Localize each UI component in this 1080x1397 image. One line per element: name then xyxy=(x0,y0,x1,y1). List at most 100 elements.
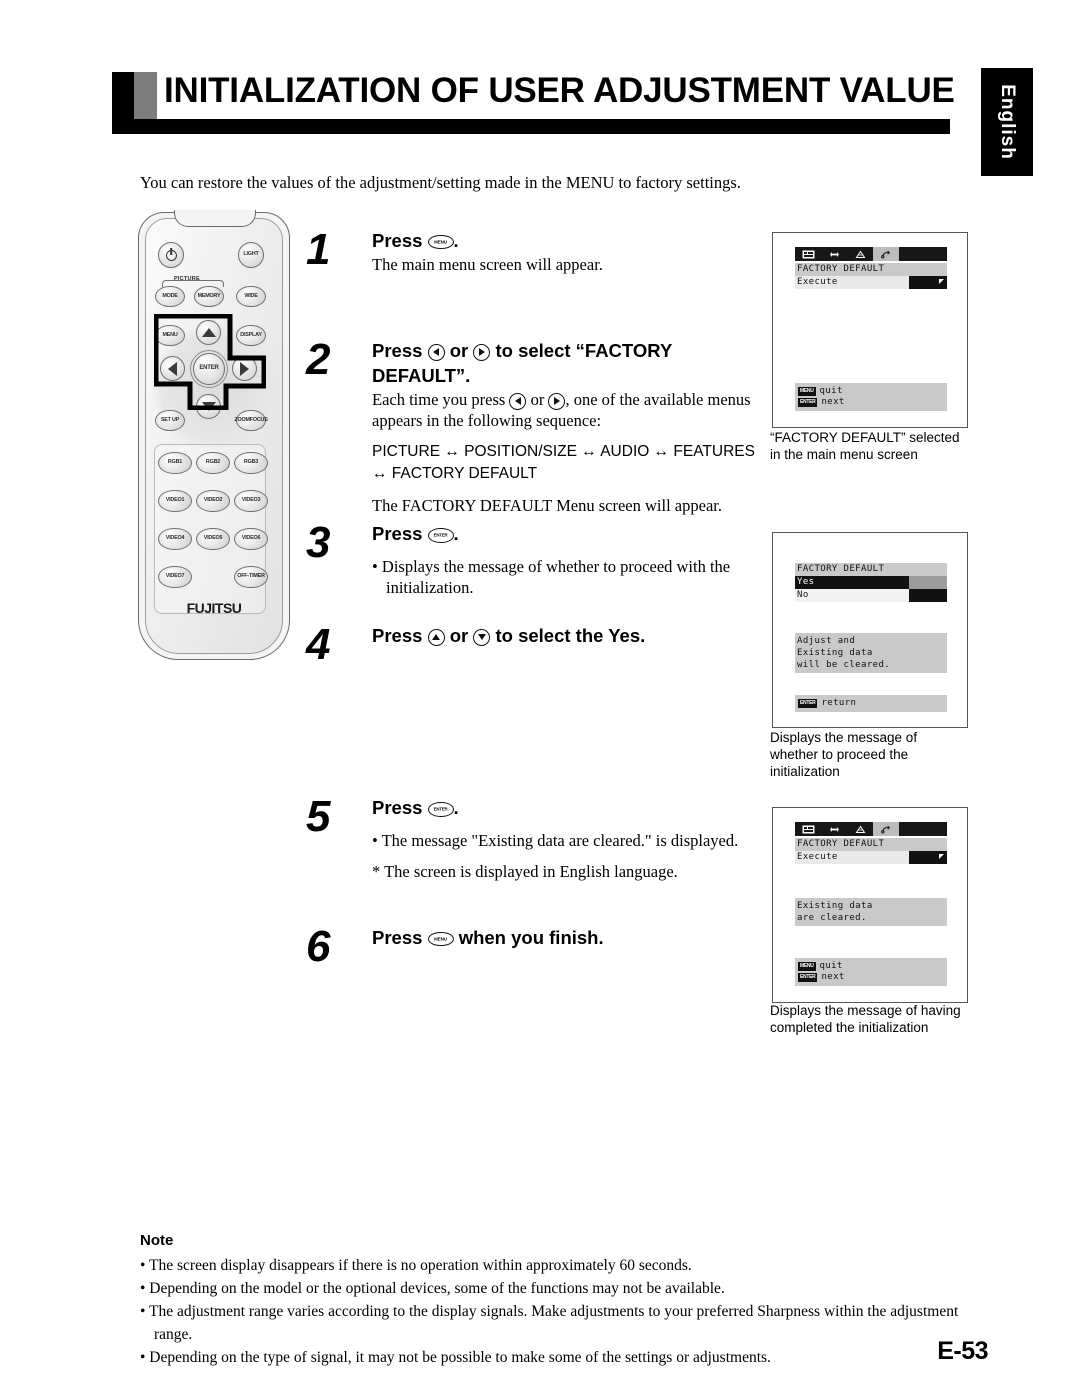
osd-3-title: FACTORY DEFAULT xyxy=(795,838,947,851)
tab-audio-icon-2 xyxy=(847,822,873,836)
tab-picture-icon xyxy=(795,247,821,261)
menu-key-icon-2 xyxy=(427,932,454,947)
tab-features-icon xyxy=(873,247,899,261)
osd-screenshot-2: FACTORY DEFAULT Yes No Adjust and Existi… xyxy=(772,532,968,728)
osd-3-footer: MENU quit ENTER next xyxy=(795,958,947,986)
osd-2-return-label: return xyxy=(821,698,857,708)
remote-memory-button: MEMORY xyxy=(194,286,224,307)
step-2-menu-sequence: PICTURE ↔ POSITION/SIZE ↔ AUDIO ↔ FEATUR… xyxy=(372,443,755,482)
remote-right-button xyxy=(232,356,257,381)
step-2-description: Each time you press or , one of the avai… xyxy=(372,389,768,431)
remote-video5-button: VIDEO5 xyxy=(196,528,230,550)
osd-3-message: Existing data are cleared. xyxy=(795,898,947,926)
remote-display-label: DISPLAY xyxy=(240,331,262,338)
down-arrow-key-icon xyxy=(473,628,491,646)
osd-1-caption: “FACTORY DEFAULT” selected in the main m… xyxy=(770,430,960,462)
remote-setup-label: SET UP xyxy=(160,416,180,423)
power-icon xyxy=(165,249,177,261)
step-4-press-label: Press xyxy=(372,625,423,646)
up-arrow-key-icon xyxy=(427,628,445,646)
osd-1-footer-next: ENTER next xyxy=(798,397,944,408)
right-arrow-key-icon-2 xyxy=(548,392,566,410)
remote-video1-label: VIDEO1 xyxy=(165,497,185,504)
remote-light-label: LIGHT xyxy=(243,251,259,258)
osd-3-footer-next: ENTER next xyxy=(798,972,944,983)
step-4-body: Press or to select the Yes. xyxy=(372,623,768,648)
remote-video6-label: VIDEO6 xyxy=(241,535,261,542)
osd-2-caption: Displays the message of whether to proce… xyxy=(770,730,918,779)
page-header: INITIALIZATION OF USER ADJUSTMENT VALUE xyxy=(112,71,955,134)
enter-key-icon xyxy=(427,527,454,543)
osd-2-yes-value-box xyxy=(909,576,947,589)
tab-position-size-icon-2 xyxy=(821,822,847,836)
osd-1-value-box xyxy=(909,276,947,289)
arrow-left-icon xyxy=(168,361,177,376)
step-2-heading: Press or to select “FACTORY DEFAULT”. xyxy=(372,338,768,388)
remote-video2-label: VIDEO2 xyxy=(203,497,223,504)
enter-badge-icon-3: ENTER xyxy=(798,973,818,982)
osd-1-title: FACTORY DEFAULT xyxy=(795,263,947,276)
step-2-number: 2 xyxy=(306,335,331,384)
arrow-right-icon xyxy=(240,361,249,376)
osd-3-quit-label: quit xyxy=(819,961,843,971)
menu-key-icon xyxy=(427,235,454,250)
remote-off-label: OFF- xyxy=(237,573,249,580)
step-6-heading: Press when you finish. xyxy=(372,925,768,950)
step-3-heading: Press . xyxy=(372,521,768,546)
osd-1-inner: FACTORY DEFAULT Execute MENU quit ENTER … xyxy=(779,239,961,421)
remote-mode-label: MODE xyxy=(162,292,178,299)
remote-setup-button: SET UP xyxy=(155,410,185,431)
tab-features-icon-2 xyxy=(873,822,899,836)
remote-video4-button: VIDEO4 xyxy=(158,528,192,550)
remote-wide-button: WIDE xyxy=(236,286,266,307)
osd-1-next-label: next xyxy=(821,397,845,407)
menu-badge-icon: MENU xyxy=(798,387,816,396)
caret-icon-2 xyxy=(939,854,944,859)
step-2-body: Press or to select “FACTORY DEFAULT”. Ea… xyxy=(372,338,768,516)
step-6-press-label: Press xyxy=(372,927,423,948)
remote-focus-label: FOCUS xyxy=(249,416,268,423)
osd-screenshot-3: FACTORY DEFAULT Execute Existing data ar… xyxy=(772,807,968,1003)
step-2-press-label: Press xyxy=(372,340,423,361)
step-1-body: Press . The main menu screen will appear… xyxy=(372,228,768,275)
step-5-bullet: • The message "Existing data are cleared… xyxy=(372,831,739,850)
intro-text: You can restore the values of the adjust… xyxy=(140,173,741,192)
arrow-down-icon xyxy=(201,402,216,411)
osd-3-footer-quit: MENU quit xyxy=(798,961,944,972)
osd-1-footer: MENU quit ENTER next xyxy=(795,383,947,411)
language-tab-label: English xyxy=(997,84,1018,160)
remote-video2-button: VIDEO2 xyxy=(196,490,230,512)
step-5-press-label: Press xyxy=(372,797,423,818)
remote-video3-button: VIDEO3 xyxy=(234,490,268,512)
right-arrow-key-icon xyxy=(473,343,491,361)
remote-enter-button: ENTER xyxy=(193,353,225,385)
step-4-number: 4 xyxy=(306,620,331,669)
step-3-press-label: Press xyxy=(372,523,423,544)
remote-control-illustration: LIGHT PICTURE MODE MEMORY WIDE MENU DISP… xyxy=(138,210,290,660)
step-2-desc-b: or xyxy=(530,390,545,409)
step-5-body: Press . • The message "Existing data are… xyxy=(372,795,768,882)
step-3-period: . xyxy=(453,523,459,544)
osd-3-execute-label: Execute xyxy=(797,852,838,862)
step-2-desc-c: , one of the available xyxy=(565,390,704,409)
osd-3-next-label: next xyxy=(821,972,845,982)
remote-memory-label: MEMORY xyxy=(197,292,221,299)
osd-2-footer-return: ENTER return xyxy=(798,698,944,709)
osd-2-no-value-box xyxy=(909,589,947,602)
osd-1-tabbar xyxy=(795,247,947,261)
step-3-bullet: • Displays the message of whether to pro… xyxy=(372,557,731,597)
remote-video6-button: VIDEO6 xyxy=(234,528,268,550)
page-number: E-53 xyxy=(937,1337,988,1365)
step-4-select-label: to select the Yes. xyxy=(495,625,646,646)
step-2-desc-a: Each time you press xyxy=(372,390,506,409)
osd-1-footer-quit: MENU quit xyxy=(798,386,944,397)
tab-audio-icon xyxy=(847,247,873,261)
step-5-number: 5 xyxy=(306,792,331,841)
left-arrow-key-icon xyxy=(427,343,445,361)
osd-1-quit-label: quit xyxy=(819,386,843,396)
note-section: Note • The screen display disappears if … xyxy=(140,1232,960,1369)
remote-ir-notch xyxy=(174,210,256,227)
note-item-1: • The screen display disappears if there… xyxy=(140,1257,692,1274)
osd-2-yes-label: Yes xyxy=(797,577,815,587)
remote-zoom-label: ZOOM xyxy=(234,416,250,423)
